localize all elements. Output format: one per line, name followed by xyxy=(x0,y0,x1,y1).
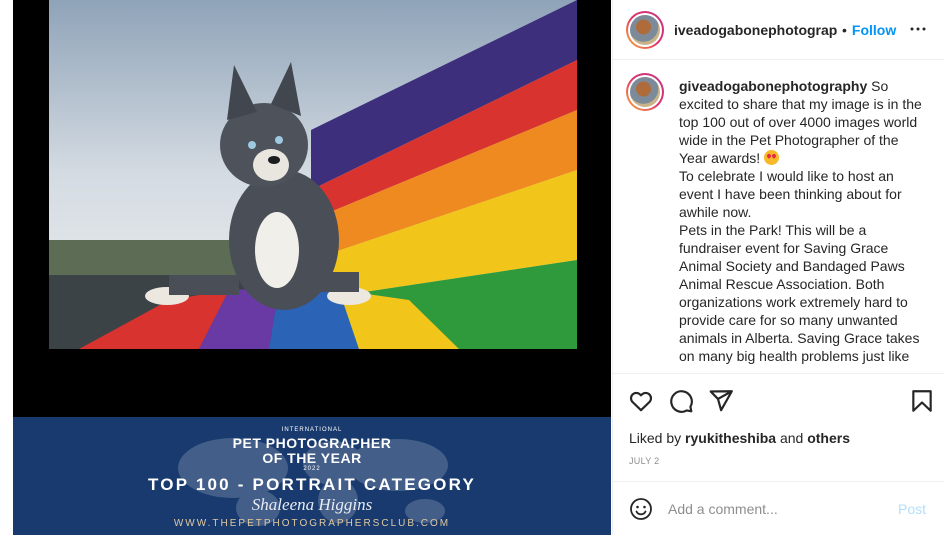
post-comment-button[interactable]: Post xyxy=(898,501,926,517)
dog-on-rainbow-bench-image xyxy=(49,0,577,349)
comment-icon[interactable] xyxy=(668,388,694,414)
post-photo xyxy=(49,0,577,349)
caption-area: giveadogabonephotography So excited to s… xyxy=(613,61,944,373)
banner-intl: INTERNATIONAL xyxy=(281,427,343,433)
banner-photographer-name: Shaleena Higgins xyxy=(251,495,373,514)
caption-avatar[interactable] xyxy=(626,73,664,111)
post-date[interactable]: JULY 2 xyxy=(629,456,659,466)
caption-paragraph-1: giveadogabonephotography So excited to s… xyxy=(679,77,929,167)
header-separator: • xyxy=(842,21,847,38)
liked-by-user[interactable]: ryukitheshiba xyxy=(685,430,776,446)
post-media[interactable]: INTERNATIONAL PET PHOTOGRAPHER OF THE YE… xyxy=(13,0,611,535)
follow-button[interactable]: Follow xyxy=(852,22,896,38)
award-banner: INTERNATIONAL PET PHOTOGRAPHER OF THE YE… xyxy=(13,417,611,535)
comment-bar: Post xyxy=(613,481,944,535)
share-icon[interactable] xyxy=(708,388,734,414)
avatar-image xyxy=(630,77,660,107)
heart-eyes-emoji-icon xyxy=(764,150,780,165)
more-options-icon[interactable] xyxy=(909,20,927,38)
bookmark-icon[interactable] xyxy=(909,388,935,414)
post-side-panel: iveadogabonephotography • Follow giveado… xyxy=(612,0,944,535)
banner-title-line1: PET PHOTOGRAPHER xyxy=(232,435,392,451)
post-viewer: INTERNATIONAL PET PHOTOGRAPHER OF THE YE… xyxy=(0,0,944,535)
banner-url: WWW.THEPETPHOTOGRAPHERSCLUB.COM xyxy=(173,518,451,529)
likes-prefix: Liked by xyxy=(629,430,686,446)
avatar-ring xyxy=(628,75,662,109)
likes-summary: Liked by ryukitheshiba and others xyxy=(629,430,850,446)
caption-paragraph-2: To celebrate I would like to host an eve… xyxy=(679,168,902,220)
smiley-icon[interactable] xyxy=(629,497,653,521)
liked-by-others[interactable]: others xyxy=(807,430,850,446)
likes-and: and xyxy=(776,430,808,446)
header-username[interactable]: iveadogabonephotography xyxy=(674,22,838,38)
caption-text: giveadogabonephotography So excited to s… xyxy=(679,77,929,365)
avatar-image xyxy=(630,14,660,45)
banner-category: TOP 100 - PORTRAIT CATEGORY xyxy=(148,475,476,494)
banner-title-line2: OF THE YEAR xyxy=(262,450,362,466)
comment-input[interactable] xyxy=(668,498,888,519)
caption-paragraph-3: Pets in the Park! This will be a fundrai… xyxy=(679,222,920,364)
avatar-ring xyxy=(628,12,662,47)
post-header: iveadogabonephotography • Follow xyxy=(613,0,944,60)
avatar[interactable] xyxy=(626,10,664,49)
heart-icon[interactable] xyxy=(628,388,654,414)
banner-year: 2022 xyxy=(303,466,321,472)
actions-section: Liked by ryukitheshiba and others JULY 2 xyxy=(613,373,944,488)
caption-username[interactable]: giveadogabonephotography xyxy=(679,78,867,94)
